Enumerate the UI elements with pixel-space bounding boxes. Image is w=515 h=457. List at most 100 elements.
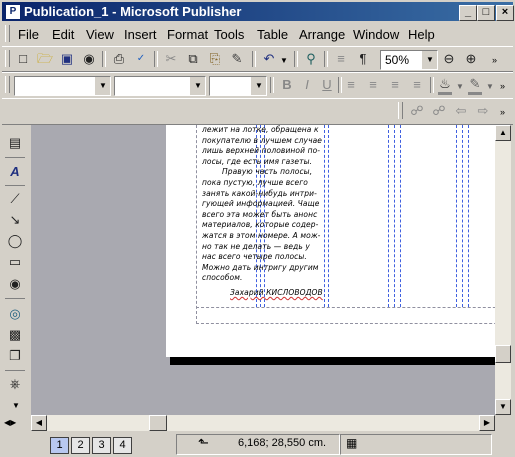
zoom-select[interactable]: 50% ▼	[380, 50, 438, 70]
justify-icon[interactable]: ≡	[408, 76, 426, 94]
vertical-scrollbar[interactable]: ▲ ▼	[495, 125, 511, 415]
text-box-icon[interactable]: ▤	[6, 134, 24, 152]
line-icon[interactable]: ⟋	[6, 190, 24, 208]
paste-icon[interactable]: ⎘	[206, 50, 224, 68]
fill-color-icon[interactable]: ♨	[436, 75, 454, 93]
text-line: но так не делать — ведь у	[202, 241, 310, 251]
autoshapes-icon[interactable]: ◉	[6, 275, 24, 293]
style-select[interactable]: ▼	[14, 76, 111, 96]
menu-insert[interactable]: Insert	[124, 27, 157, 42]
zoom-out-icon[interactable]: ⊖	[440, 50, 458, 68]
undo-dropdown-icon[interactable]: ▼	[280, 56, 288, 65]
page-3-button[interactable]: 3	[92, 437, 111, 454]
columns-icon[interactable]: ≡	[332, 50, 350, 68]
standard-toolbar: □ 🗁 ▣ ◉ ⎙ ✓ ✂ ⧉ ⎘ ✎ ↶ ▼ ⚲ ≡ ¶ 50% ▼ ⊖ ⊕ …	[2, 46, 513, 72]
toolbar-options-icon[interactable]: »	[492, 55, 497, 65]
show-marks-icon[interactable]: ¶	[354, 50, 372, 68]
page-4-button[interactable]: 4	[113, 437, 132, 454]
size-select[interactable]: ▼	[209, 76, 267, 96]
toolbar-options-icon[interactable]: »	[500, 81, 505, 91]
zoom-in-icon[interactable]: ⊕	[462, 50, 480, 68]
menu-grip[interactable]	[5, 25, 10, 42]
toolbar-separator	[270, 77, 274, 93]
menu-table[interactable]: Table	[257, 27, 288, 42]
zoom-value: 50%	[385, 53, 410, 67]
toolbar-more-icon[interactable]: ▼	[12, 401, 20, 410]
underline-icon[interactable]: U	[318, 76, 336, 94]
add-object-icon[interactable]: ⎈	[6, 375, 24, 393]
scroll-right-icon[interactable]: ▶	[479, 415, 495, 431]
close-button[interactable]: ×	[496, 5, 514, 21]
text-frame[interactable]: лежит на лотке, обращена к покупателю в …	[202, 125, 332, 301]
toolbar-separator	[102, 51, 106, 67]
bold-icon[interactable]: B	[278, 76, 296, 94]
toolbar-grip[interactable]	[5, 76, 10, 93]
menu-tools[interactable]: Tools	[214, 27, 244, 42]
line-dropdown-icon[interactable]: ▼	[486, 82, 494, 91]
undo-icon[interactable]: ↶	[260, 50, 278, 68]
font-select[interactable]: ▼	[114, 76, 206, 96]
menu-help[interactable]: Help	[408, 27, 435, 42]
vertical-scroll-thumb[interactable]	[495, 345, 511, 363]
previous-frame-icon[interactable]: ⇦	[452, 102, 470, 120]
publication-workspace[interactable]: лежит на лотке, обращена к покупателю в …	[31, 125, 495, 415]
design-gallery-icon[interactable]: ❐	[6, 347, 24, 365]
arrow-icon[interactable]: ↘	[6, 211, 24, 229]
fill-dropdown-icon[interactable]: ▼	[456, 82, 464, 91]
position-readout: 6,168; 28,550 cm.	[238, 437, 327, 449]
menu-view[interactable]: View	[86, 27, 114, 42]
form-control-icon[interactable]: ▩	[6, 326, 24, 344]
open-icon[interactable]: 🗁	[36, 50, 54, 68]
toolbar-separator	[324, 51, 328, 67]
title-bar[interactable]: P Publication_1 - Microsoft Publisher _ …	[2, 2, 514, 21]
print-icon[interactable]: ⎙	[110, 50, 128, 68]
align-center-icon[interactable]: ≡	[364, 76, 382, 94]
hot-spot-icon[interactable]: ◎	[6, 305, 24, 323]
size-dropdown-icon[interactable]: ▼	[251, 77, 266, 95]
maximize-button[interactable]: □	[477, 5, 495, 21]
copy-icon[interactable]: ⧉	[184, 50, 202, 68]
format-painter-icon[interactable]: ✎	[228, 50, 246, 68]
page[interactable]: лежит на лотке, обращена к покупателю в …	[166, 125, 495, 357]
toolbar-options-icon[interactable]: »	[500, 107, 505, 117]
page-1-button[interactable]: 1	[50, 437, 69, 454]
line-color-icon[interactable]: ✎	[466, 75, 484, 93]
zoom-dropdown-icon[interactable]: ▼	[422, 51, 437, 69]
align-right-icon[interactable]: ≡	[386, 76, 404, 94]
scroll-down-icon[interactable]: ▼	[495, 399, 511, 415]
create-link-icon[interactable]: ☍	[408, 102, 426, 120]
toolbar-grip[interactable]	[5, 50, 10, 67]
align-left-icon[interactable]: ≡	[342, 76, 360, 94]
scroll-up-icon[interactable]: ▲	[495, 125, 511, 141]
publisher-icon[interactable]: P	[5, 4, 21, 20]
next-frame-icon[interactable]: ⇨	[474, 102, 492, 120]
toolbar-grip[interactable]	[398, 102, 403, 119]
menu-window[interactable]: Window	[353, 27, 399, 42]
toolbar-separator	[294, 51, 298, 67]
spelling-icon[interactable]: ✓	[132, 50, 150, 68]
print-preview-icon[interactable]: ◉	[80, 50, 98, 68]
font-dropdown-icon[interactable]: ▼	[190, 77, 205, 95]
scroll-left-icon[interactable]: ◀	[31, 415, 47, 431]
wordart-icon[interactable]: A	[6, 163, 24, 181]
toolbar-separator	[154, 51, 158, 67]
author-signature: Захарий КИСЛОВОДОВ	[230, 288, 323, 297]
break-link-icon[interactable]: ☍	[430, 102, 448, 120]
style-dropdown-icon[interactable]: ▼	[95, 77, 110, 95]
italic-icon[interactable]: I	[298, 76, 316, 94]
rectangle-icon[interactable]: ▭	[6, 253, 24, 271]
oval-icon[interactable]: ◯	[6, 232, 24, 250]
menu-edit[interactable]: Edit	[52, 27, 74, 42]
page-2-button[interactable]: 2	[71, 437, 90, 454]
horizontal-scrollbar[interactable]: ◀ ▶	[31, 415, 495, 431]
new-icon[interactable]: □	[14, 50, 32, 68]
menu-format[interactable]: Format	[167, 27, 208, 42]
cut-icon[interactable]: ✂	[162, 50, 180, 68]
toolbar-expand-icon[interactable]: ◀▶	[4, 418, 16, 427]
save-icon[interactable]: ▣	[58, 50, 76, 68]
minimize-button[interactable]: _	[459, 5, 477, 21]
insert-picture-icon[interactable]: ⚲	[302, 50, 320, 68]
horizontal-scroll-thumb[interactable]	[149, 415, 167, 431]
menu-arrange[interactable]: Arrange	[299, 27, 345, 42]
menu-file[interactable]: File	[18, 27, 39, 42]
